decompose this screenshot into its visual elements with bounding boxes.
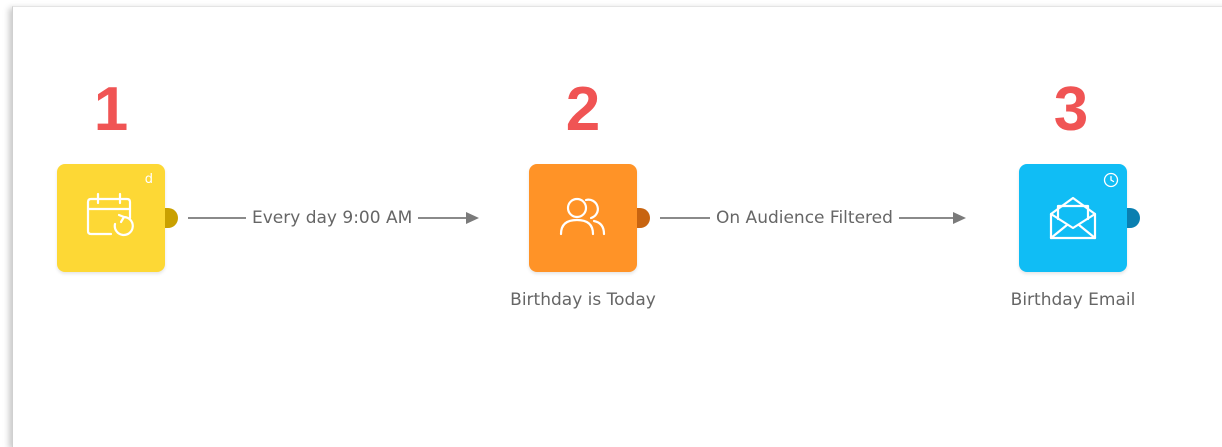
step-number-1: 1 bbox=[93, 75, 129, 144]
connector-label-1: Every day 9:00 AM bbox=[252, 208, 413, 228]
schedule-type-badge: d bbox=[144, 172, 153, 187]
calendar-repeat-icon bbox=[86, 192, 134, 237]
schedule-trigger-node[interactable]: d bbox=[57, 164, 165, 272]
arrow-right-icon bbox=[952, 212, 966, 224]
connector-line bbox=[188, 217, 246, 219]
audience-users-icon bbox=[559, 197, 606, 236]
clock-icon bbox=[1103, 172, 1119, 188]
connector-line bbox=[660, 217, 710, 219]
email-action-node[interactable] bbox=[1019, 164, 1127, 272]
node-caption-2: Birthday is Today bbox=[510, 290, 656, 310]
connector-label-2: On Audience Filtered bbox=[716, 208, 893, 228]
connector-2[interactable]: On Audience Filtered bbox=[660, 206, 966, 230]
connector-line bbox=[418, 217, 467, 219]
step-number-2: 2 bbox=[565, 75, 601, 144]
arrow-right-icon bbox=[466, 212, 480, 224]
connector-1[interactable]: Every day 9:00 AM bbox=[188, 206, 480, 230]
step-number-3: 3 bbox=[1053, 75, 1089, 144]
node-caption-3: Birthday Email bbox=[1010, 290, 1136, 310]
connector-line bbox=[898, 217, 953, 219]
audience-filter-node[interactable] bbox=[529, 164, 637, 272]
email-open-icon bbox=[1049, 196, 1097, 240]
